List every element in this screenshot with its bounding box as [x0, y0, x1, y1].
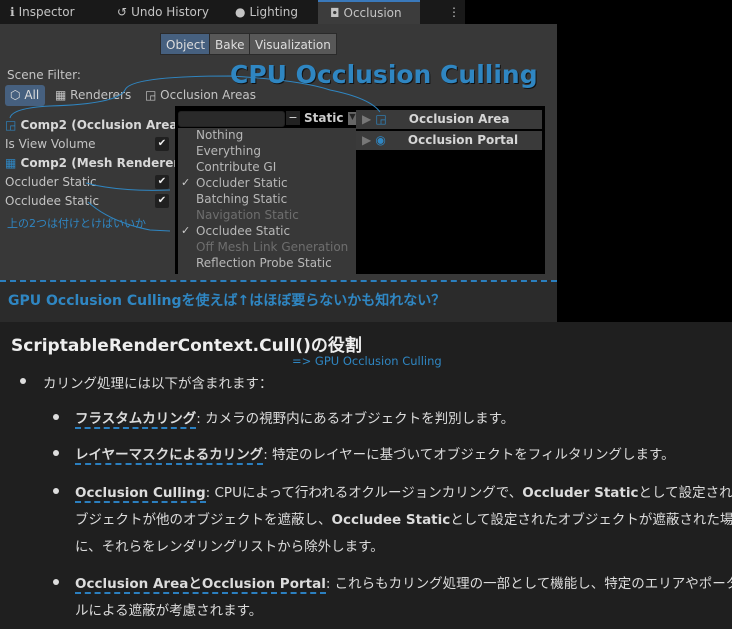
tab-lighting[interactable]: ● Lighting — [235, 0, 298, 24]
scene-filter-label: Scene Filter: — [7, 68, 81, 82]
occlusion-area-icon: ◲ — [5, 118, 17, 132]
list-item-continued: ルによる遮蔽が考慮されます。 — [75, 603, 263, 619]
expand-arrow-icon[interactable]: ▶ — [362, 133, 371, 147]
check-icon: ✓ — [181, 176, 191, 189]
info-icon: ℹ — [10, 5, 15, 19]
mode-object-button[interactable]: Object — [160, 33, 212, 55]
search-input[interactable] — [178, 111, 285, 127]
list-item: Occlusion AreaとOcclusion Portal: これらもカリン… — [75, 576, 732, 594]
check-icon: ✓ — [181, 224, 191, 237]
static-label: Static — [304, 111, 344, 125]
more-menu-button[interactable]: ⋮ — [448, 0, 460, 24]
arrow-note: => GPU Occlusion Culling — [292, 354, 442, 368]
bullet — [53, 414, 59, 420]
menu-item-nothing[interactable]: Nothing — [196, 128, 243, 142]
gpu-note: GPU Occlusion Cullingを使えば↑はほぼ要らないかも知れない？ — [8, 293, 446, 309]
occlusion-area-icon: ◲ — [145, 88, 157, 102]
menu-item-everything[interactable]: Everything — [196, 144, 261, 158]
is-view-volume-checkbox[interactable]: ✔ — [155, 137, 169, 151]
filter-renderers-button[interactable]: ▦ Renderers — [55, 88, 131, 102]
history-icon: ↺ — [117, 5, 128, 19]
list-item: フラスタムカリング: カメラの視野内にあるオブジェクトを判別します。 — [75, 411, 515, 429]
document: ScriptableRenderContext.Cull()の役割 => GPU… — [0, 322, 732, 629]
menu-item-off-mesh-link: Off Mesh Link Generation — [196, 240, 349, 254]
static-flags-popup: − Static ▼ Nothing Everything Contribute… — [175, 106, 545, 274]
component-mesh-renderer-header: ▦ Comp2 (Mesh Renderer) — [5, 156, 185, 170]
menu-item-batching-static[interactable]: Batching Static — [196, 192, 287, 206]
component-occlusion-area-header: ◲ Comp2 (Occlusion Area) — [5, 118, 183, 132]
occlusion-icon: ◘ — [330, 6, 340, 20]
cube-icon: ⬡ — [10, 88, 21, 102]
occluder-static-checkbox[interactable]: ✔ — [155, 175, 169, 189]
tree-item-occlusion-portal[interactable]: ▶ ◉ Occlusion Portal — [356, 131, 542, 150]
occludee-static-checkbox[interactable]: ✔ — [155, 194, 169, 208]
tree-item-occlusion-area[interactable]: ▶ ◲ Occlusion Area — [356, 110, 542, 129]
tab-occlusion[interactable]: ◘ Occlusion — [318, 0, 420, 24]
cpu-occlusion-title: CPU Occlusion Culling — [230, 60, 538, 89]
menu-item-occluder-static[interactable]: Occluder Static — [196, 176, 288, 190]
mode-bake-button[interactable]: Bake — [209, 33, 251, 55]
filter-occlusion-areas-button[interactable]: ◲ Occlusion Areas — [145, 88, 256, 102]
list-item-continued: に、それらをレンダリングリストから除外します。 — [75, 539, 384, 555]
bullet — [53, 579, 59, 585]
annotation-note: 上の2つは付けとけばいいか — [7, 217, 146, 230]
static-flags-list: Nothing Everything Contribute GI ✓ Occlu… — [178, 128, 356, 274]
grid-icon: ▦ — [55, 88, 67, 102]
occlusion-area-icon: ◲ — [375, 112, 387, 126]
bullet — [20, 378, 26, 384]
occlusion-portal-icon: ◉ — [375, 133, 386, 147]
grid-icon: ▦ — [5, 156, 17, 170]
menu-item-occludee-static[interactable]: Occludee Static — [196, 224, 290, 238]
menu-item-reflection-probe-static[interactable]: Reflection Probe Static — [196, 256, 332, 270]
bullet — [53, 488, 59, 494]
bulb-icon: ● — [235, 5, 246, 19]
tab-bar: ℹ Inspector ↺ Undo History ● Lighting ◘ Occl… — [0, 0, 465, 24]
list-item: レイヤーマスクによるカリング: 特定のレイヤーに基づいてオブジェクトをフィルタリ… — [75, 447, 675, 465]
expand-arrow-icon[interactable]: ▶ — [362, 112, 371, 126]
minus-icon[interactable]: − — [286, 111, 300, 125]
tab-undo-history[interactable]: ↺ Undo History — [117, 0, 209, 24]
doc-intro: カリング処理には以下が含まれます： — [43, 376, 273, 392]
list-item-continued: ブジェクトが他のオブジェクトを遮蔽し、Occludee Staticとして設定さ… — [75, 512, 732, 528]
occludee-static-label: Occludee Static — [5, 194, 100, 208]
filter-all-button[interactable]: ⬡ All — [5, 85, 45, 106]
menu-item-navigation-static: Navigation Static — [196, 208, 299, 222]
doc-heading: ScriptableRenderContext.Cull()の役割 — [11, 336, 362, 356]
is-view-volume-label: Is View Volume — [5, 137, 96, 151]
mode-visualization-button[interactable]: Visualization — [249, 33, 337, 55]
gpu-note-bar: GPU Occlusion Cullingを使えば↑はほぼ要らないかも知れない？ — [0, 280, 557, 322]
list-item: Occlusion Culling: CPUによって行われるオクルージョンカリン… — [75, 485, 732, 503]
bullet — [53, 450, 59, 456]
menu-item-contribute-gi[interactable]: Contribute GI — [196, 160, 276, 174]
occluder-static-label: Occluder Static — [5, 175, 97, 189]
tab-inspector[interactable]: ℹ Inspector — [10, 0, 75, 24]
